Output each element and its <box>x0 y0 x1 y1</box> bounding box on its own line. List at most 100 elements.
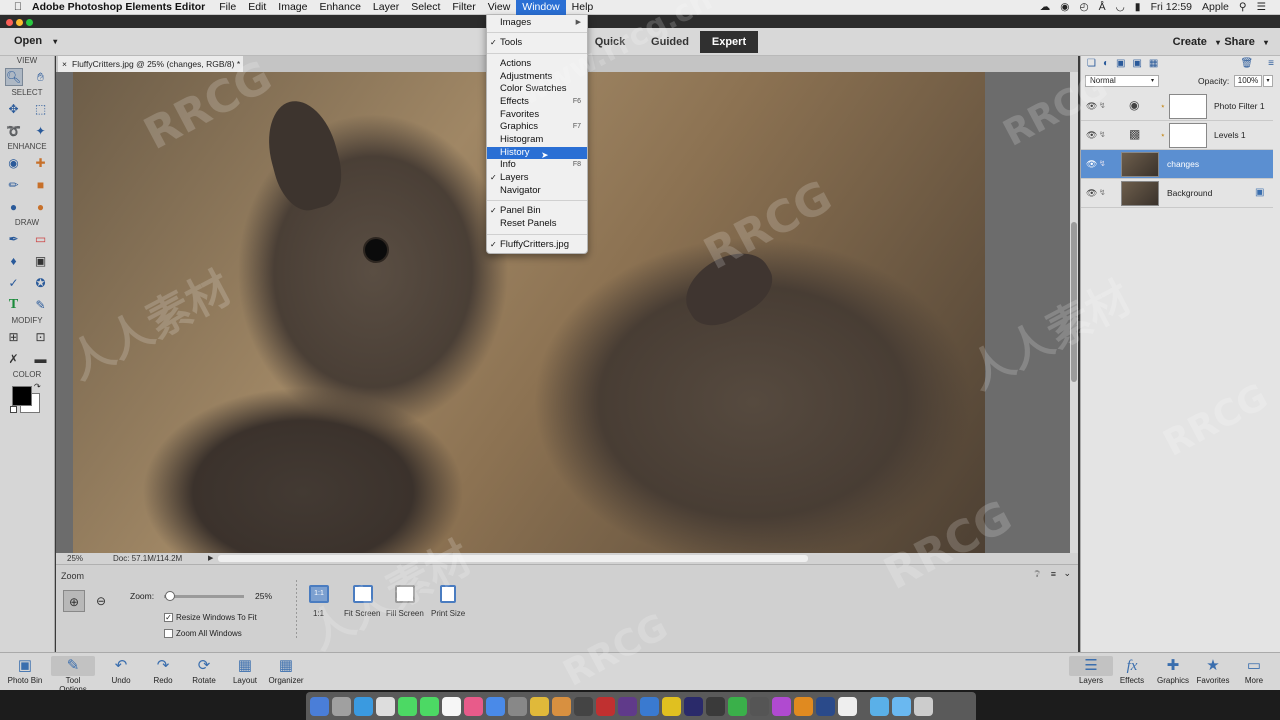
tool-options-button[interactable]: ✎Tool Options <box>51 656 95 694</box>
vertical-scroll-thumb[interactable] <box>1071 222 1077 382</box>
menu-item-effects[interactable]: Effects F6 <box>487 96 587 108</box>
calendar-icon[interactable] <box>442 696 461 716</box>
layer-row-background[interactable]: 👁︎ ↯ Background ▣ <box>1081 179 1273 208</box>
layer-name[interactable]: Levels 1 <box>1214 130 1246 140</box>
marquee-tool-icon[interactable]: ⬚ <box>32 100 50 118</box>
red-eye-tool-icon[interactable]: ◉ <box>5 154 23 172</box>
link-icon[interactable]: ↯ <box>1099 188 1106 197</box>
undo-button[interactable]: ↶ Undo <box>99 656 143 685</box>
menu-item-graphics[interactable]: Graphics F7 <box>487 121 587 133</box>
menu-item-history[interactable]: History ➤ <box>487 147 587 160</box>
rotate-button[interactable]: ⟳ Rotate <box>182 656 226 685</box>
zoom-window-button[interactable] <box>26 19 33 26</box>
content-aware-move-tool-icon[interactable]: ✗ <box>5 350 23 368</box>
type-tool-icon[interactable]: T <box>5 296 23 314</box>
eraser-tool-icon[interactable]: ▭ <box>32 230 50 248</box>
one-to-one-button[interactable]: 1:1 <box>309 585 329 603</box>
crop-tool-icon[interactable]: ⊞ <box>5 328 23 346</box>
horizontal-scrollbar[interactable] <box>218 555 808 562</box>
fit-screen-button[interactable] <box>353 585 373 603</box>
mode-tab-guided[interactable]: Guided <box>646 31 694 53</box>
blur-tool-icon[interactable]: ● <box>5 198 23 216</box>
menu-user[interactable]: Apple <box>1202 1 1229 13</box>
zoom-slider-knob[interactable] <box>164 591 175 601</box>
gradient-tool-icon[interactable]: ▣ <box>32 252 50 270</box>
app-icon[interactable] <box>640 696 659 716</box>
facetime-icon[interactable] <box>420 696 439 716</box>
menu-enhance[interactable]: Enhance <box>313 0 366 15</box>
app-icon[interactable] <box>706 696 725 716</box>
time-machine-icon[interactable]: ◴ <box>1079 1 1088 13</box>
status-menu-arrow-icon[interactable]: ▶ <box>208 553 216 564</box>
open-button[interactable]: Open ▾ <box>14 35 57 47</box>
menu-window[interactable]: Window <box>516 0 566 15</box>
chain-link-icon[interactable]: ⋆ <box>1160 130 1166 141</box>
menu-item-adjustments[interactable]: Adjustments <box>487 71 587 83</box>
organizer-button[interactable]: ▦ Organizer <box>264 656 308 685</box>
quick-selection-tool-icon[interactable]: ✦ <box>32 122 50 140</box>
app-icon[interactable] <box>618 696 637 716</box>
spot-healing-tool-icon[interactable]: ✚ <box>32 154 50 172</box>
status-zoom[interactable]: 25% <box>67 553 83 564</box>
menu-item-document[interactable]: ✓ FluffyCritters.jpg <box>487 239 587 251</box>
link-icon[interactable]: ↯ <box>1099 130 1106 139</box>
vertical-scrollbar[interactable] <box>1070 72 1078 553</box>
menu-item-histogram[interactable]: Histogram <box>487 134 587 146</box>
zoom-all-windows-checkbox[interactable] <box>164 629 173 638</box>
photoshop-elements-icon[interactable] <box>684 696 703 716</box>
sponge-tool-icon[interactable]: ● <box>32 198 50 216</box>
more-panels-button[interactable]: ▭ More <box>1232 656 1276 685</box>
visibility-eye-icon[interactable]: 👁︎ <box>1086 130 1097 141</box>
document-tab[interactable]: × FluffyCritters.jpg @ 25% (changes, RGB… <box>58 56 243 72</box>
resize-windows-checkbox[interactable]: ✓ <box>164 613 173 622</box>
menu-view[interactable]: View <box>482 0 517 15</box>
new-layer-icon[interactable]: ❏ <box>1087 58 1096 69</box>
menu-edit[interactable]: Edit <box>242 0 272 15</box>
app-icon[interactable] <box>838 696 857 716</box>
app-icon[interactable] <box>574 696 593 716</box>
menu-item-panel-bin[interactable]: ✓ Panel Bin <box>487 205 587 217</box>
zoom-slider[interactable] <box>164 591 244 601</box>
menu-item-color-swatches[interactable]: Color Swatches <box>487 83 587 95</box>
layer-mask-thumbnail[interactable] <box>1169 94 1207 119</box>
messages-icon[interactable] <box>398 696 417 716</box>
app-icon[interactable] <box>772 696 791 716</box>
print-size-button[interactable] <box>440 585 456 603</box>
apple-menu-icon[interactable]:  <box>10 1 26 13</box>
system-preferences-icon[interactable] <box>508 696 527 716</box>
record-icon[interactable]: ◉ <box>1060 1 1069 13</box>
app-icon[interactable] <box>552 696 571 716</box>
chrome-icon[interactable] <box>530 696 549 716</box>
link-icon[interactable]: ↯ <box>1099 159 1106 168</box>
bluetooth-icon[interactable]: Å <box>1099 1 1106 13</box>
swap-colors-icon[interactable]: ↷ <box>34 382 41 391</box>
smart-brush-tool-icon[interactable]: ✏︎ <box>5 176 23 194</box>
layer-row-photo-filter[interactable]: 👁︎ ↯ ◉ ⋆ Photo Filter 1 <box>1081 92 1273 121</box>
battery-icon[interactable]: ▮ <box>1135 1 1141 13</box>
zoom-tool-icon[interactable]: 🔍︎ <box>4 68 23 86</box>
layer-thumbnail[interactable] <box>1121 152 1159 177</box>
app-icon[interactable] <box>794 696 813 716</box>
app-icon[interactable] <box>816 696 835 716</box>
layer-name[interactable]: Photo Filter 1 <box>1214 101 1265 111</box>
layer-thumbnail[interactable] <box>1121 181 1159 206</box>
hand-tool-icon[interactable]: ✋︎ <box>32 68 50 86</box>
straighten-tool-icon[interactable]: ▬ <box>32 350 50 368</box>
menu-item-reset-panels[interactable]: Reset Panels <box>487 218 587 230</box>
menu-item-images[interactable]: Images ▶ <box>487 17 587 29</box>
app-name-menu[interactable]: Adobe Photoshop Elements Editor <box>26 0 213 15</box>
effects-panel-button[interactable]: fx Effects <box>1110 656 1154 685</box>
pencil-tool-icon[interactable]: ✎ <box>32 296 50 314</box>
app-icon[interactable] <box>728 696 747 716</box>
mode-tab-expert[interactable]: Expert <box>700 31 758 53</box>
panel-menu-icon[interactable]: ≡ <box>1268 58 1274 69</box>
clone-stamp-tool-icon[interactable]: ■ <box>32 176 50 194</box>
app-store-icon[interactable] <box>486 696 505 716</box>
minimize-window-button[interactable] <box>16 19 23 26</box>
share-button[interactable]: Share ▾ <box>1224 36 1268 48</box>
layer-mask-thumbnail[interactable] <box>1169 123 1207 148</box>
finder-icon[interactable] <box>310 696 329 716</box>
menu-item-navigator[interactable]: Navigator <box>487 185 587 197</box>
brush-tool-icon[interactable]: ✒ <box>5 230 23 248</box>
foreground-color-swatch[interactable] <box>12 386 32 406</box>
